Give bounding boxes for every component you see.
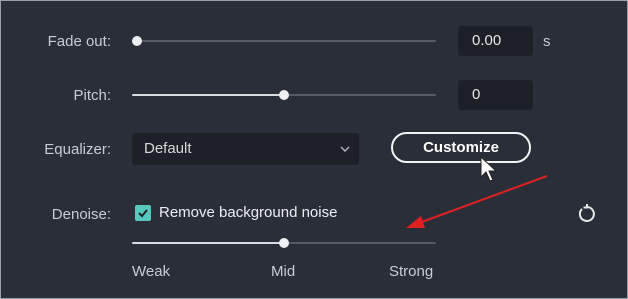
pitch-slider-thumb[interactable] bbox=[279, 90, 289, 100]
denoise-slider-thumb[interactable] bbox=[279, 238, 289, 248]
red-arrow-annotation bbox=[406, 175, 548, 228]
denoise-slider-fill bbox=[132, 242, 284, 244]
denoise-label: Denoise: bbox=[51, 206, 111, 223]
denoise-tick-strong: Strong bbox=[389, 263, 434, 280]
customize-button[interactable]: Customize bbox=[391, 132, 531, 163]
denoise-tick-weak: Weak bbox=[132, 263, 171, 280]
pitch-label: Pitch: bbox=[73, 87, 111, 104]
pitch-input[interactable]: 0 bbox=[458, 80, 533, 110]
chevron-down-icon bbox=[340, 146, 350, 153]
reset-icon[interactable] bbox=[576, 203, 598, 225]
audio-settings-panel: Fade out: 0.00 s Pitch: 0 Equalizer: Def… bbox=[0, 0, 628, 299]
fade-out-slider-thumb[interactable] bbox=[132, 36, 142, 46]
fade-out-label: Fade out: bbox=[47, 33, 111, 50]
fade-out-slider-track bbox=[132, 40, 436, 42]
fade-out-unit: s bbox=[543, 33, 551, 50]
denoise-tick-mid: Mid bbox=[271, 263, 296, 280]
equalizer-label: Equalizer: bbox=[44, 141, 111, 158]
fade-out-input[interactable]: 0.00 bbox=[458, 26, 533, 56]
pitch-slider[interactable] bbox=[132, 87, 436, 103]
remove-background-noise-checkbox[interactable] bbox=[135, 205, 151, 221]
equalizer-selected-value: Default bbox=[144, 140, 192, 157]
fade-out-slider[interactable] bbox=[132, 33, 436, 49]
pitch-slider-fill bbox=[132, 94, 284, 96]
equalizer-select[interactable]: Default bbox=[132, 133, 359, 165]
denoise-level-slider[interactable] bbox=[132, 235, 436, 251]
checkmark-icon bbox=[138, 209, 148, 218]
remove-background-noise-label[interactable]: Remove background noise bbox=[159, 204, 337, 221]
